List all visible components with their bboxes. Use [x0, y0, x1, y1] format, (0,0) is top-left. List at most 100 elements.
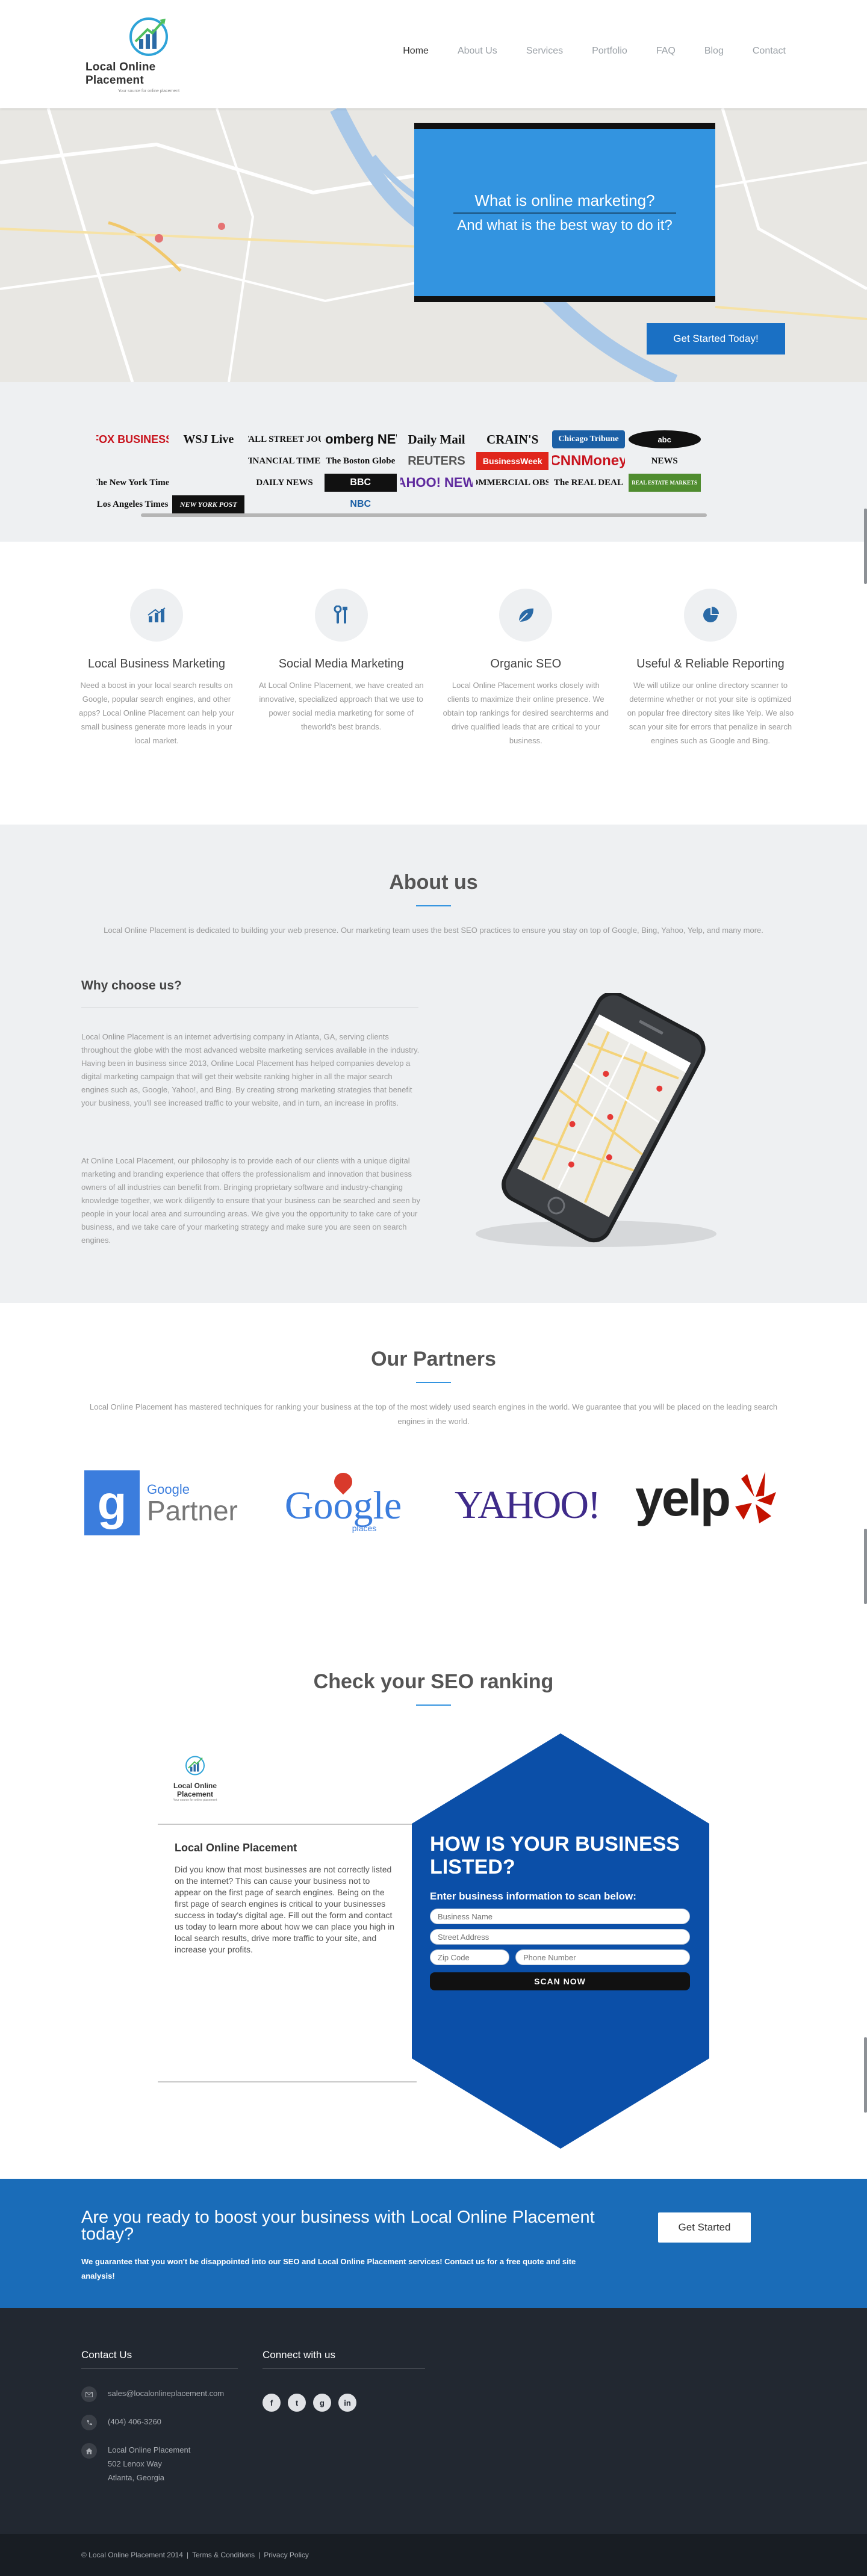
linkedin-icon[interactable]: in: [338, 2394, 356, 2412]
nav-about-us[interactable]: About Us: [458, 46, 497, 57]
google-partner-logo: g Google Partner: [84, 1470, 238, 1535]
press-logos-section: FOX BUSINESS WSJ Live THE WALL STREET JOUR…: [0, 382, 867, 542]
site-header: Local Online Placement Your source for o…: [0, 0, 867, 108]
phone-link[interactable]: (404) 406-3260: [108, 2415, 161, 2429]
service-title: Useful & Reliable Reporting: [636, 657, 785, 670]
twitter-icon[interactable]: t: [288, 2394, 306, 2412]
seo-divider: [158, 2081, 417, 2082]
partner-logos: g Google Partner Google places YAHOO! ye…: [81, 1464, 786, 1537]
press-logo: The New York Times: [96, 477, 169, 488]
press-logo: [704, 474, 777, 492]
service-local-business: Local Business Marketing Need a boost in…: [72, 589, 241, 825]
copyright-text: © Local Online Placement 2014: [81, 2551, 183, 2559]
about-section: About us Local Online Placement is dedic…: [0, 825, 867, 1303]
privacy-link[interactable]: Privacy Policy: [264, 2551, 309, 2559]
press-logo: CRAIN'S: [486, 432, 539, 447]
logo-name: Local Online Placement: [173, 1782, 217, 1798]
service-title: Organic SEO: [490, 657, 562, 670]
email-link[interactable]: sales@localonlineplacement.com: [108, 2386, 224, 2400]
facebook-icon[interactable]: f: [263, 2394, 281, 2412]
contact-us-title: Contact Us: [81, 2349, 132, 2361]
street-address-input[interactable]: [430, 1929, 690, 1945]
business-scan-form: HOW IS YOUR BUSINESS LISTED? Enter busin…: [430, 1833, 690, 1990]
service-title: Social Media Marketing: [278, 657, 404, 670]
press-logo: YAHOO! NEWS: [400, 475, 473, 490]
cta-section: Are you ready to boost your business wit…: [0, 2179, 867, 2308]
hero-section: What is online marketing? And what is th…: [0, 108, 867, 382]
press-logo: WSJ Live: [183, 432, 234, 446]
terms-link[interactable]: Terms & Conditions: [192, 2551, 255, 2559]
phone-icon: [81, 2415, 97, 2430]
business-name-input[interactable]: [430, 1909, 690, 1924]
yelp-burst-icon: [735, 1472, 777, 1523]
nav-services[interactable]: Services: [526, 46, 563, 57]
logo-icon: [125, 15, 173, 57]
press-logo: BBC: [324, 474, 397, 492]
about-title: About us: [389, 871, 478, 894]
partners-title: Our Partners: [371, 1348, 496, 1370]
why-divider: [81, 1007, 418, 1008]
hero-banner: What is online marketing? And what is th…: [414, 123, 715, 302]
address-line-3: Atlanta, Georgia: [108, 2473, 164, 2482]
yelp-logo: yelp: [635, 1468, 777, 1528]
page-scroll-handle[interactable]: [864, 2037, 867, 2113]
press-scrollbar[interactable]: [141, 513, 707, 517]
leaf-icon: [499, 589, 553, 642]
footer-divider: [81, 2368, 238, 2369]
envelope-icon: [81, 2386, 97, 2402]
service-text: Need a boost in your local search result…: [79, 681, 234, 745]
zip-code-input[interactable]: [430, 1949, 509, 1965]
site-footer: Contact Us Connect with us sales@localon…: [0, 2308, 867, 2534]
nav-faq[interactable]: FAQ: [656, 46, 676, 57]
nav-home[interactable]: Home: [403, 46, 429, 57]
nav-portfolio[interactable]: Portfolio: [592, 46, 627, 57]
seo-company-name: Local Online Placement: [175, 1842, 297, 1854]
nav-blog[interactable]: Blog: [704, 46, 724, 57]
press-logo: abc: [628, 430, 701, 448]
footer-address: Local Online Placement 502 Lenox Way Atl…: [81, 2443, 190, 2485]
press-logo-grid: FOX BUSINESS WSJ Live THE WALL STREET JOUR…: [96, 430, 777, 513]
press-logo: The Boston Globe: [326, 456, 396, 466]
seo-ranking-section: Check your SEO ranking Local Online Plac…: [0, 1652, 867, 2179]
press-logo: [248, 495, 320, 513]
seo-description: Did you know that most businesses are no…: [175, 1865, 395, 1954]
get-started-today-button[interactable]: Get Started Today!: [647, 323, 785, 355]
footer-email: sales@localonlineplacement.com: [81, 2386, 224, 2402]
phone-number-input[interactable]: [515, 1949, 690, 1965]
press-logo: [400, 495, 473, 513]
press-logo: REUTERS: [408, 454, 465, 468]
services-section: Local Business Marketing Need a boost in…: [0, 542, 867, 825]
partners-section: Our Partners Local Online Placement has …: [0, 1303, 867, 1652]
press-logo: [172, 474, 244, 492]
main-nav: Home About Us Services Portfolio FAQ Blo…: [403, 46, 786, 57]
about-paragraph-1: Local Online Placement is an internet ad…: [81, 1032, 420, 1107]
scan-now-button[interactable]: SCAN NOW: [430, 1972, 690, 1990]
page-scroll-handle[interactable]: [864, 1529, 867, 1604]
press-logo: NEWS: [651, 456, 678, 466]
footer-divider: [263, 2368, 425, 2369]
title-underline: [416, 1382, 451, 1383]
press-logo: Chicago Tribune: [552, 430, 625, 448]
press-logo: THE COMMERCIAL OBSERVER: [476, 477, 549, 488]
page-scroll-handle[interactable]: [864, 509, 867, 584]
partners-lead: Local Online Placement has mastered tech…: [89, 1402, 778, 1426]
nav-contact[interactable]: Contact: [753, 46, 786, 57]
press-logo: FOX BUSINESS: [96, 433, 169, 445]
press-logo: [96, 452, 169, 470]
hero-headline: What is online marketing?: [474, 191, 655, 209]
press-logo: [704, 452, 777, 470]
press-logo: NEW YORK POST: [172, 495, 245, 513]
home-icon: [81, 2443, 97, 2459]
get-started-button[interactable]: Get Started: [658, 2212, 751, 2243]
seo-title: Check your SEO ranking: [313, 1670, 554, 1693]
service-text: At Local Online Placement, we have creat…: [258, 681, 424, 731]
about-paragraph-2: At Online Local Placement, our philosoph…: [81, 1156, 420, 1245]
site-logo[interactable]: Local Online Placement Your source for o…: [85, 15, 212, 93]
logo-icon: [185, 1756, 205, 1776]
form-title: HOW IS YOUR BUSINESS LISTED?: [430, 1833, 680, 1878]
title-underline: [416, 1704, 451, 1706]
phone-map-image: [476, 993, 716, 1247]
address-line-2: 502 Lenox Way: [108, 2459, 162, 2468]
google-plus-icon[interactable]: g: [313, 2394, 331, 2412]
seo-divider: [158, 1824, 417, 1825]
